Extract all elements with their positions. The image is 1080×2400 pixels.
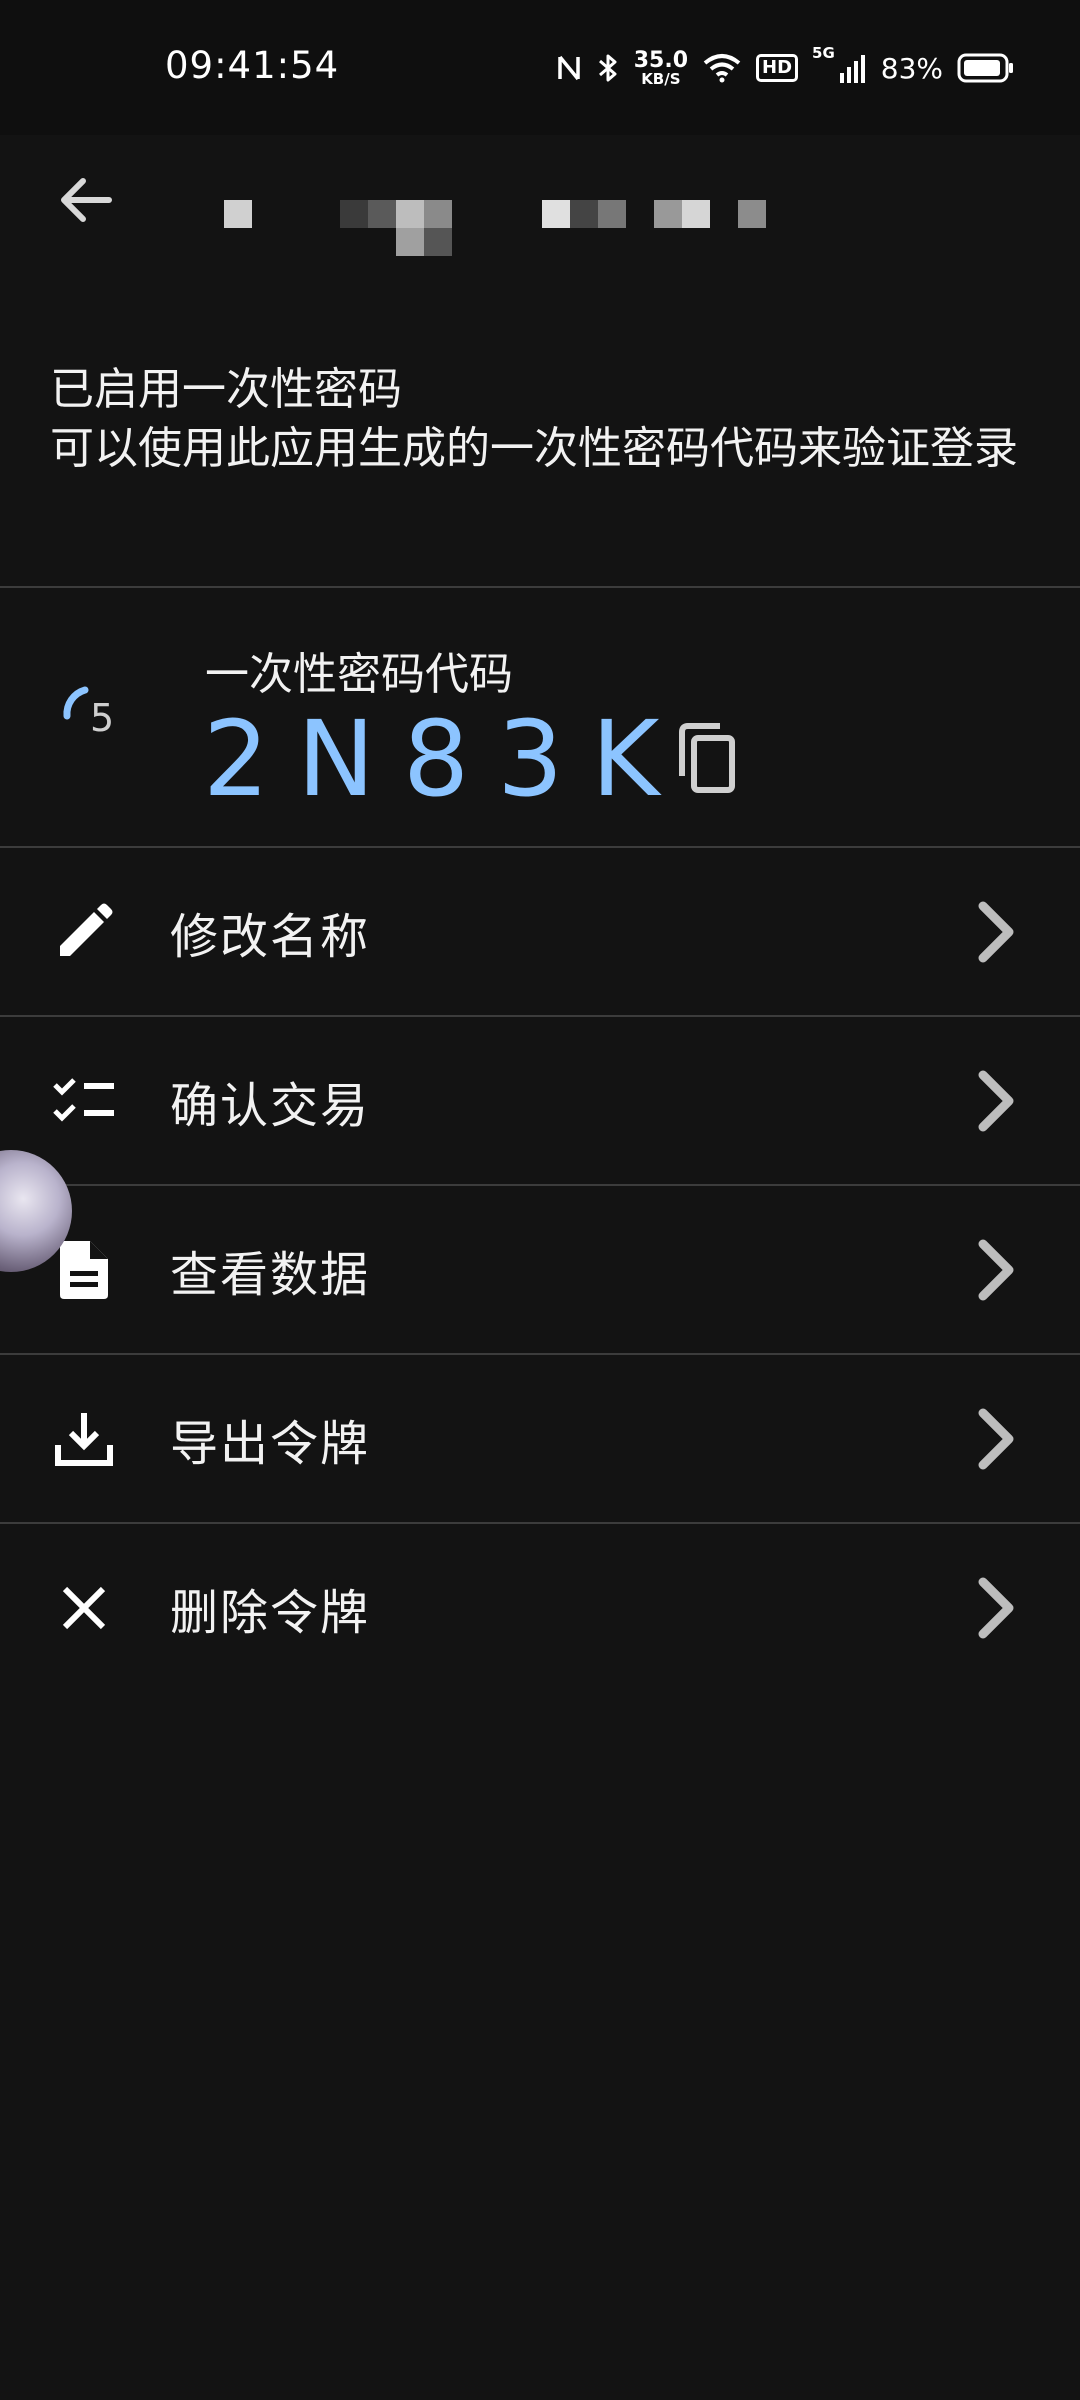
otp-enabled-title: 已启用一次性密码 xyxy=(50,364,402,415)
arrow-left-icon xyxy=(61,178,112,222)
chevron-right-icon xyxy=(978,1239,1014,1300)
menu-item-confirm-transaction[interactable]: 确认交易 xyxy=(0,1017,1080,1184)
chevron-right-icon xyxy=(978,1408,1014,1469)
menu-item-export-token[interactable]: 导出令牌 xyxy=(0,1355,1080,1522)
otp-code: 2N83K xyxy=(203,698,688,820)
bluetooth-icon xyxy=(598,54,617,82)
app-title-redacted xyxy=(210,165,780,256)
app-bar xyxy=(0,135,1080,335)
net-speed-value: 35.0 xyxy=(633,47,688,73)
checklist-icon xyxy=(52,1069,116,1133)
chevron-right-icon xyxy=(978,901,1014,962)
otp-code-block: 5 一次性密码代码 2N83K xyxy=(0,588,1080,846)
close-icon xyxy=(52,1576,116,1640)
net-speed-unit: KB/S xyxy=(641,69,681,88)
wifi-icon xyxy=(703,54,741,83)
menu-item-rename[interactable]: 修改名称 xyxy=(0,848,1080,1015)
document-icon xyxy=(52,1238,116,1302)
menu-item-view-data[interactable]: 查看数据 xyxy=(0,1186,1080,1353)
menu-item-label: 修改名称 xyxy=(170,908,371,965)
status-time: 09:41:54 xyxy=(165,44,340,87)
menu-item-delete-token[interactable]: 删除令牌 xyxy=(0,1524,1080,1691)
menu-item-label: 删除令牌 xyxy=(170,1584,371,1641)
net-speed: 35.0 KB/S xyxy=(633,47,688,88)
status-bar: 09:41:54 35.0 KB/S HD 5G 83% xyxy=(0,0,1080,135)
otp-code-label: 一次性密码代码 xyxy=(205,649,513,700)
menu-item-label: 查看数据 xyxy=(170,1246,371,1303)
copy-button[interactable] xyxy=(672,718,742,798)
battery-icon xyxy=(957,53,1013,83)
chevron-right-icon xyxy=(978,1070,1014,1131)
network-label: 5G xyxy=(812,44,835,62)
status-icons: 35.0 KB/S HD 5G 83% xyxy=(556,44,1015,92)
download-icon xyxy=(52,1407,116,1471)
otp-enabled-section: 已启用一次性密码 可以使用此应用生成的一次性密码代码来验证登录 xyxy=(50,360,1040,479)
menu-item-label: 导出令牌 xyxy=(170,1415,371,1472)
battery-percent: 83% xyxy=(880,51,943,85)
nfc-icon xyxy=(557,55,580,81)
pencil-icon xyxy=(52,900,116,964)
chevron-right-icon xyxy=(978,1577,1014,1638)
back-button[interactable] xyxy=(40,155,130,245)
copy-icon xyxy=(679,723,735,793)
menu-item-label: 确认交易 xyxy=(170,1077,371,1134)
countdown-seconds: 5 xyxy=(90,696,115,740)
signal-icon xyxy=(839,55,865,83)
hd-icon: HD xyxy=(756,54,799,82)
otp-enabled-description: 可以使用此应用生成的一次性密码代码来验证登录 xyxy=(50,423,1018,475)
